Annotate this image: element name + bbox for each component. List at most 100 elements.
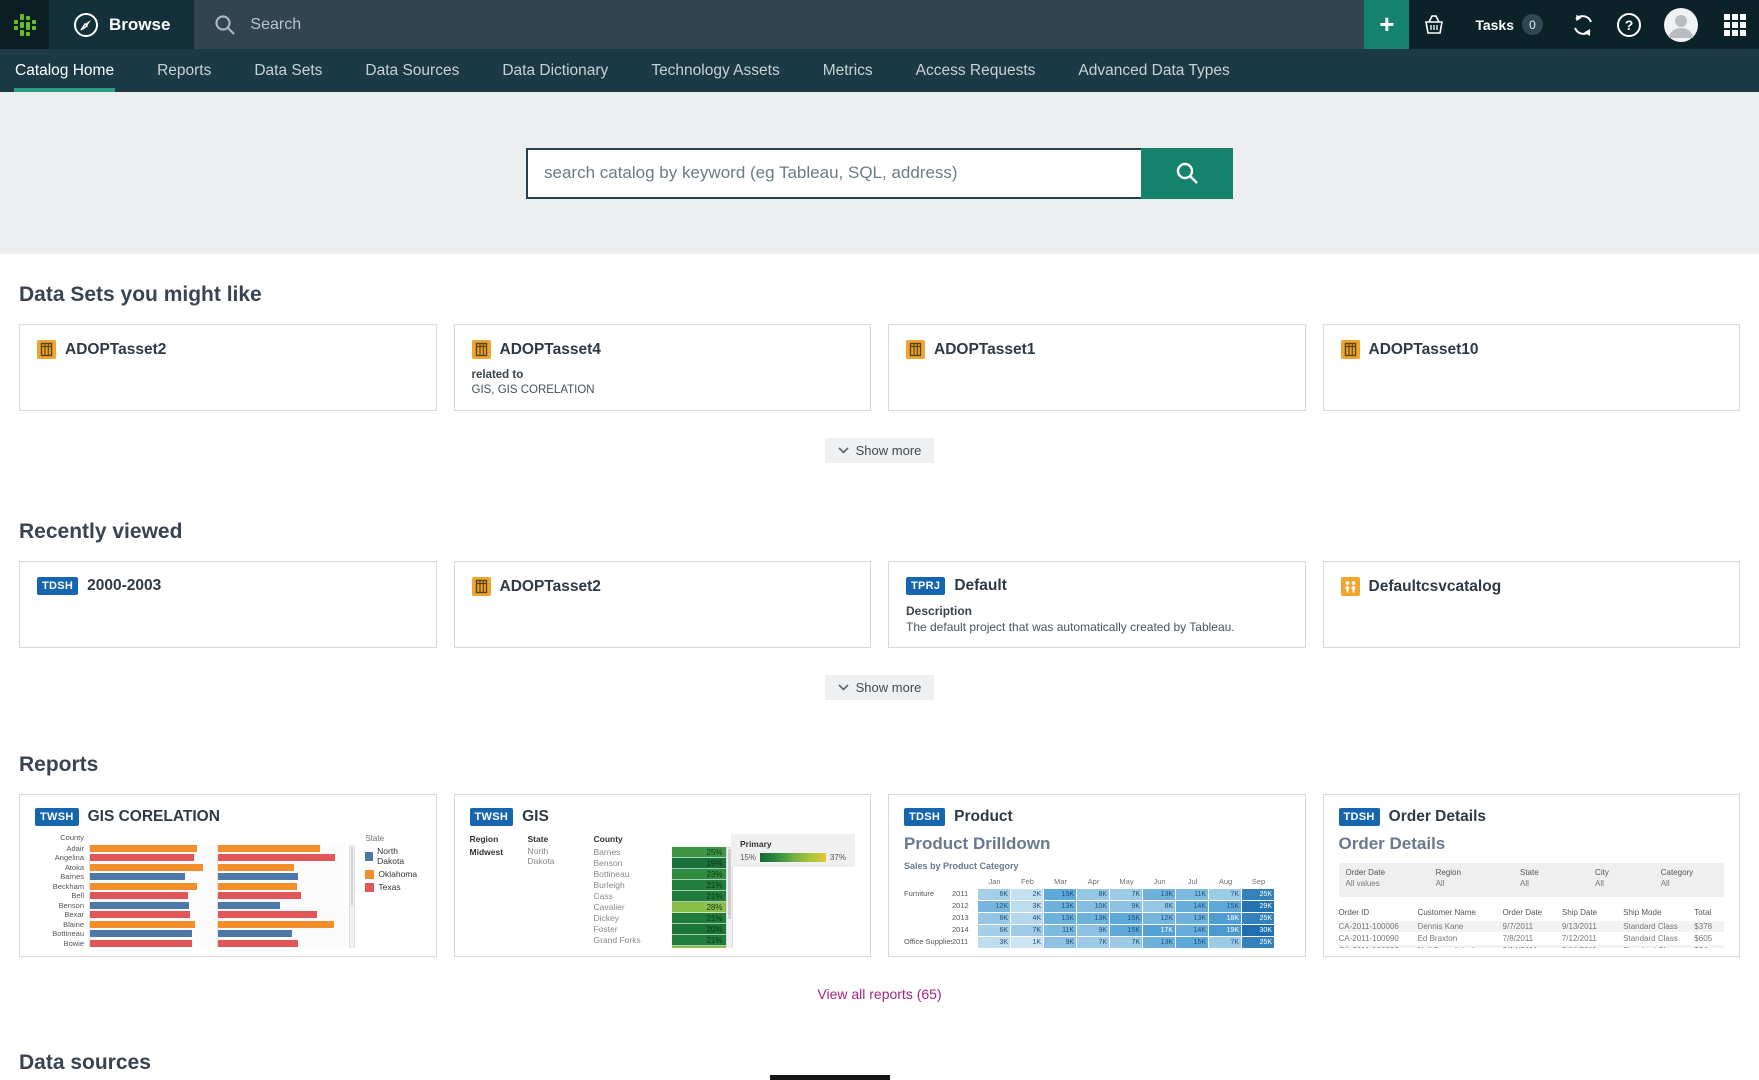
order-cell: Ed Braxton	[1418, 933, 1503, 944]
catalog-home-page: Browse Search + Tasks 0	[0, 0, 1759, 1080]
recent-show-more-button[interactable]: Show more	[825, 675, 935, 700]
bar-panel	[217, 929, 345, 939]
bar-panel	[89, 872, 217, 882]
nav-item-data-sources[interactable]: Data Sources	[364, 49, 460, 92]
view-all-reports-link[interactable]: View all reports (65)	[817, 986, 941, 1002]
order-cell: CA-2011-100293	[1339, 945, 1418, 948]
catalog-search-input[interactable]	[526, 148, 1141, 199]
nav-item-technology-assets[interactable]: Technology Assets	[650, 49, 780, 92]
report-card-order-details[interactable]: TDSHOrder DetailsOrder DetailsOrder Date…	[1323, 794, 1741, 957]
heatmap-cell: 8K	[1077, 889, 1109, 900]
compose-button[interactable]: +	[1364, 0, 1409, 49]
topbar-spacer	[1308, 0, 1364, 49]
heatmap-cell: 30K	[1242, 925, 1274, 936]
report-cards: TWSHGIS CORELATIONCountyAdairAngelinaAto…	[19, 794, 1740, 957]
nav-item-data-sets[interactable]: Data Sets	[253, 49, 323, 92]
county-name: Benson	[594, 858, 672, 869]
county-name: Grand Forks	[594, 935, 672, 946]
filter-state[interactable]: StateAll	[1520, 868, 1595, 888]
filter-value: All	[1436, 879, 1520, 888]
dataset-card-adoptasset4[interactable]: ADOPTasset4related toGIS, GIS CORELATION	[454, 324, 872, 411]
heatmap-cell: 8K	[1143, 901, 1175, 912]
dataset-card-adoptasset10[interactable]: ADOPTasset10	[1323, 324, 1741, 411]
filter-region[interactable]: RegionAll	[1436, 868, 1520, 888]
dataset-card-adoptasset1[interactable]: ADOPTasset1	[888, 324, 1306, 411]
compass-icon	[73, 12, 99, 38]
col-ship-date: Ship Date	[1562, 908, 1623, 917]
bar-panel	[217, 863, 345, 873]
user-menu-button[interactable]	[1652, 0, 1710, 49]
recent-card-defaultcsvcatalog[interactable]: Defaultcsvcatalog	[1323, 561, 1741, 648]
tasks-button[interactable]: Tasks 0	[1458, 0, 1560, 49]
nav-item-access-requests[interactable]: Access Requests	[915, 49, 1037, 92]
sync-button[interactable]	[1560, 0, 1607, 49]
table-icon	[472, 340, 491, 359]
heatmap-cell: 15K	[1110, 925, 1142, 936]
bar-row-label: Angelina	[35, 853, 89, 863]
card-title: ADOPTasset2	[65, 341, 166, 359]
apps-grid-button[interactable]	[1710, 0, 1759, 49]
filter-value: All	[1661, 879, 1717, 888]
alation-logo[interactable]	[0, 0, 49, 49]
heatmap-cell: 14K	[1176, 901, 1208, 912]
heatmap-cell: 7K	[1110, 889, 1142, 900]
bar	[218, 854, 335, 861]
recent-card-2000-2003[interactable]: TDSH2000-2003	[19, 561, 437, 648]
order-cell: Standard Class	[1623, 933, 1694, 944]
nav-item-data-dictionary[interactable]: Data Dictionary	[501, 49, 609, 92]
legend-entry-north-dakota: North Dakota	[365, 846, 420, 866]
datasets-show-more-button[interactable]: Show more	[825, 438, 935, 463]
report-card-gis-corelation[interactable]: TWSHGIS CORELATIONCountyAdairAngelinaAto…	[19, 794, 437, 957]
nav-item-advanced-data-types[interactable]: Advanced Data Types	[1077, 49, 1230, 92]
recent-card-adoptasset2[interactable]: ADOPTasset2	[454, 561, 872, 648]
browse-button[interactable]: Browse	[49, 0, 194, 49]
catalog-search-button[interactable]	[1141, 148, 1233, 199]
heatmap-cell: 15K	[1110, 913, 1142, 924]
heatmap-cell: 15K	[1176, 937, 1208, 948]
category-label	[904, 925, 952, 936]
value-column: 25%19%23%21%21%28%21%20%21%28%32%	[672, 834, 726, 948]
county-name: Barnes	[594, 847, 672, 858]
bar	[90, 902, 189, 909]
basket-button[interactable]	[1409, 0, 1458, 49]
report-card-gis[interactable]: TWSHGISRegionMidwestStateNorth DakotaCou…	[454, 794, 872, 957]
dataset-card-adoptasset2[interactable]: ADOPTasset2	[19, 324, 437, 411]
legend-gradient	[760, 853, 826, 862]
card-header: ADOPTasset2	[37, 340, 419, 359]
value-cell: 20%	[672, 924, 726, 935]
legend-scale: 15%37%	[740, 853, 846, 862]
value-cell: 21%	[672, 880, 726, 891]
filter-bar: Order DateAll valuesRegionAllStateAllCit…	[1339, 863, 1725, 897]
filter-city[interactable]: CityAll	[1595, 868, 1661, 888]
card-header: Defaultcsvcatalog	[1341, 577, 1723, 596]
heatmap-cell: 15K	[1044, 889, 1076, 900]
legend-label: North Dakota	[377, 846, 420, 866]
heatmap-cell: 29K	[1242, 901, 1274, 912]
heatmap-cell: 12K	[978, 901, 1010, 912]
scrollbar-horizontal[interactable]	[770, 1075, 890, 1080]
order-cell: 3/18/2011	[1562, 945, 1623, 948]
card-header: TDSH2000-2003	[37, 577, 419, 595]
thumbnail-scrollbar[interactable]	[349, 845, 355, 948]
catalog-nav: Catalog Home Reports Data Sets Data Sources…	[0, 49, 1759, 92]
object-type-badge: TDSH	[904, 808, 945, 826]
nav-item-reports[interactable]: Reports	[156, 49, 212, 92]
report-card-product[interactable]: TDSHProductProduct DrilldownSales by Pro…	[888, 794, 1306, 957]
bar-row-adair: Adair	[35, 844, 347, 854]
legend-swatch	[365, 883, 374, 892]
basket-icon	[1422, 13, 1446, 37]
month-label: Mar	[1044, 877, 1077, 887]
recent-card-default[interactable]: TPRJDefaultDescriptionThe default projec…	[888, 561, 1306, 648]
value-cell: 19%	[672, 858, 726, 869]
nav-item-catalog-home[interactable]: Catalog Home	[14, 49, 115, 92]
nav-item-metrics[interactable]: Metrics	[822, 49, 874, 92]
heatmap-thumbnail: Product DrilldownSales by Product Catego…	[904, 834, 1290, 948]
value-cell: 21%	[672, 891, 726, 902]
value-cell: 21%	[672, 913, 726, 924]
filter-order-date[interactable]: Order DateAll values	[1346, 868, 1436, 888]
heatmap-cell: 3K	[1011, 901, 1043, 912]
help-button[interactable]: ?	[1607, 0, 1652, 49]
global-search[interactable]: Search	[194, 0, 1308, 49]
filter-category[interactable]: CategoryAll	[1661, 868, 1717, 888]
bar-chart-main: CountyAdairAngelinaAtokaBarnesBeckhamBel…	[35, 834, 347, 948]
